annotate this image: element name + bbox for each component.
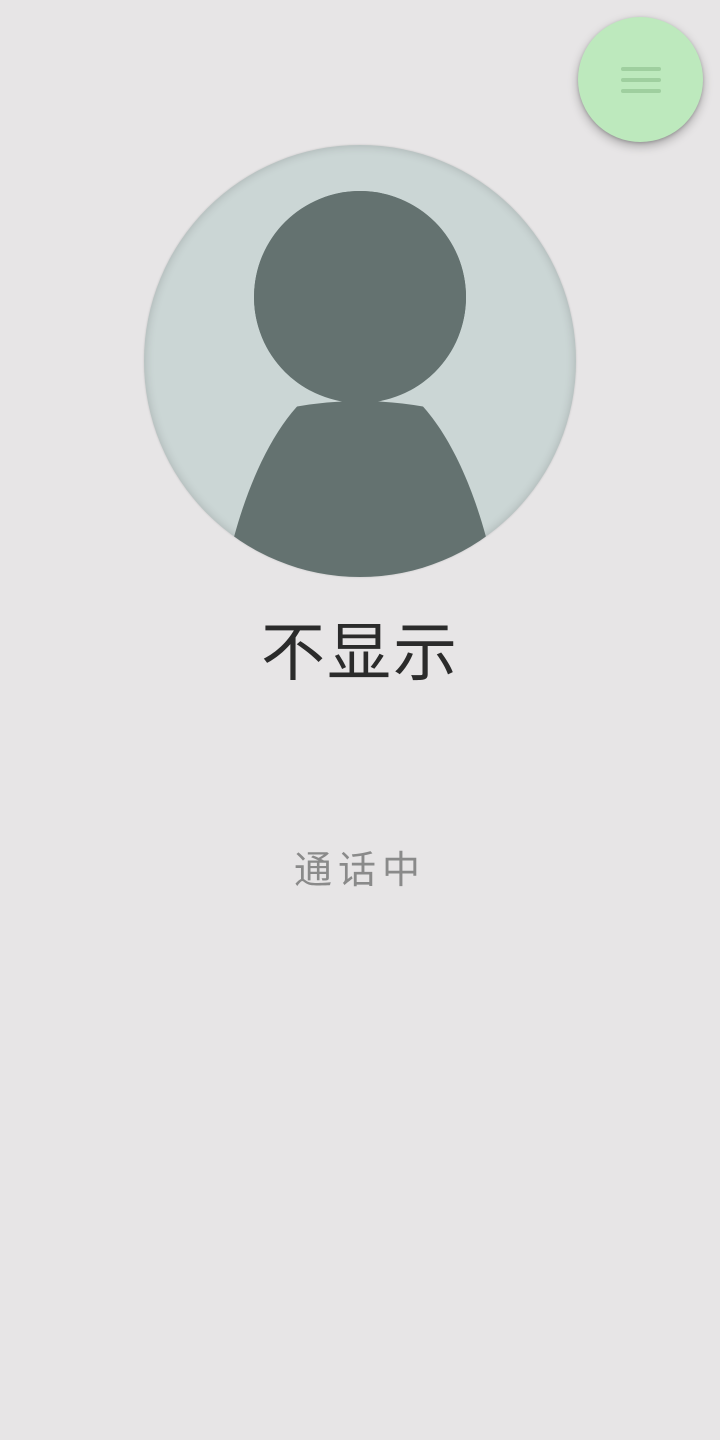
caller-name: 不显示 <box>261 617 459 691</box>
menu-button[interactable] <box>578 17 703 142</box>
call-status: 通话中 <box>293 848 426 892</box>
caller-avatar <box>144 145 576 577</box>
person-silhouette-icon <box>234 191 486 577</box>
menu-icon <box>619 60 663 100</box>
